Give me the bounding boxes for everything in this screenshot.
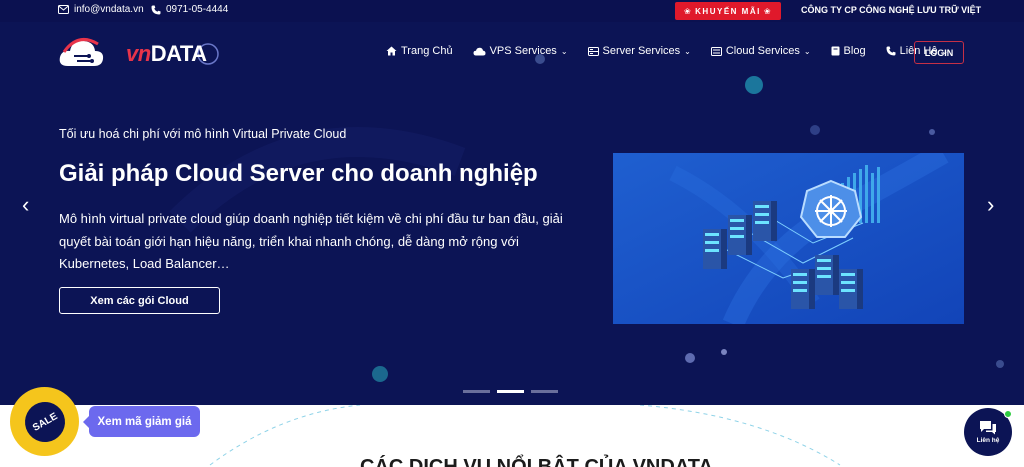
server-icon: [587, 46, 599, 56]
view-cloud-plans-button[interactable]: Xem các gói Cloud: [59, 287, 220, 314]
online-status-dot: [1004, 410, 1012, 418]
cloud-icon: [473, 47, 486, 55]
chevron-down-icon: ⌄: [560, 46, 568, 56]
promo-button[interactable]: ❀ KHUYẾN MÃI ❀: [675, 2, 781, 20]
coupon-button[interactable]: Xem mã giảm giá: [83, 406, 200, 437]
slide-dot[interactable]: [531, 390, 558, 393]
chevron-down-icon: ⌄: [684, 46, 691, 56]
nav-label: Blog: [843, 45, 866, 57]
login-button[interactable]: LOGIN: [914, 41, 964, 64]
sale-badge: SALE: [17, 394, 72, 449]
nav-item-server[interactable]: Server Services ⌄: [587, 45, 691, 57]
nav-label: VPS Services: [489, 45, 557, 57]
chevron-down-icon: ⌄: [803, 46, 811, 56]
hero-description: Mô hình virtual private cloud giúp doanh…: [59, 211, 563, 271]
hero-tagline: Tối ưu hoá chi phí với mô hình Virtual P…: [59, 127, 347, 141]
main-nav: Trang Chủ VPS Services ⌄ Server Services…: [386, 45, 948, 57]
home-icon: [386, 46, 397, 56]
hero-headline: Giải pháp Cloud Server cho doanh nghiệp: [59, 160, 538, 187]
phone-contact[interactable]: 0971-05-4444: [151, 4, 228, 15]
gift-icon-right: ❀: [763, 6, 773, 16]
nav-item-vps[interactable]: VPS Services ⌄: [473, 45, 568, 57]
nav-label: Cloud Services: [725, 45, 800, 57]
slide-dot[interactable]: [463, 390, 490, 393]
hero-slider: vnDATA Trang Chủ VPS Services ⌄ Server S…: [0, 22, 1024, 405]
nav-label: Server Services: [602, 45, 681, 57]
vndata-logo[interactable]: vnDATA: [58, 34, 220, 74]
list-icon: [710, 46, 722, 56]
chat-icon: [980, 421, 996, 435]
slider-pagination: [463, 390, 558, 393]
promo-label: KHUYẾN MÃI: [695, 6, 761, 16]
mail-icon: [58, 5, 69, 14]
section-title: CÁC DỊCH VỤ NỔI BẬT CỦA VNDATA: [360, 456, 713, 467]
slide-dot-active[interactable]: [497, 390, 524, 393]
sale-badge-button[interactable]: SALE: [10, 387, 79, 456]
contact-chat-button[interactable]: Liên hệ: [964, 408, 1012, 456]
logo-wordmark: vnDATA: [126, 41, 207, 66]
chat-label: Liên hệ: [976, 437, 1000, 444]
company-name: CÔNG TY CP CÔNG NGHỆ LƯU TRỮ VIỆT: [801, 5, 982, 15]
nav-item-cloud[interactable]: Cloud Services ⌄: [710, 45, 811, 57]
email-text: info@vndata.vn: [74, 4, 144, 15]
slider-next-arrow[interactable]: ›: [987, 192, 994, 218]
phone-icon: [886, 46, 896, 56]
kubernetes-servers-illustration: [613, 153, 964, 324]
nav-item-home[interactable]: Trang Chủ: [386, 45, 453, 57]
nav-item-blog[interactable]: Blog: [831, 45, 866, 57]
phone-icon: [151, 5, 161, 14]
email-contact[interactable]: info@vndata.vn: [58, 4, 144, 15]
nav-label: Trang Chủ: [401, 45, 453, 57]
book-icon: [831, 46, 840, 56]
gift-icon: ❀: [683, 6, 693, 16]
top-bar: info@vndata.vn 0971-05-4444 ❀ KHUYẾN MÃI…: [0, 0, 1024, 22]
phone-text: 0971-05-4444: [166, 4, 229, 15]
slider-prev-arrow[interactable]: ‹: [22, 192, 29, 218]
